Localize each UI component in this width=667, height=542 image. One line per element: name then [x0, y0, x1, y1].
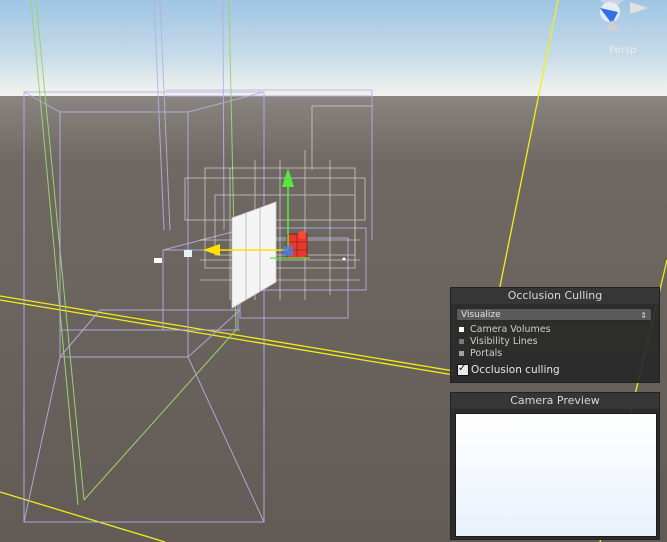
occlusion-culling-checkbox[interactable]: ✓	[457, 363, 469, 376]
camera-preview-panel: Camera Preview	[450, 392, 660, 540]
occlusion-culling-toggle[interactable]: ✓ Occlusion culling	[457, 363, 560, 377]
legend-portals: Portals	[459, 348, 502, 360]
visualize-mode-select[interactable]: Visualize ⇕	[456, 308, 652, 321]
perspective-label[interactable]: Persp	[609, 45, 637, 56]
dropdown-arrows-icon: ⇕	[640, 311, 647, 320]
legend-camera-volumes: Camera Volumes	[459, 324, 551, 336]
occlusion-culling-panel: Occlusion Culling Visualize ⇕ Camera Vol…	[450, 287, 660, 383]
camera-volumes-swatch-icon	[459, 327, 464, 332]
legend-label: Camera Volumes	[470, 324, 551, 335]
visibility-lines-swatch-icon	[459, 339, 464, 344]
occlusion-culling-label: Occlusion culling	[471, 364, 560, 376]
legend-label: Portals	[470, 348, 503, 359]
camera-preview-title: Camera Preview	[451, 393, 659, 409]
sky	[0, 0, 667, 100]
legend-visibility-lines: Visibility Lines	[459, 336, 538, 348]
portals-swatch-icon	[459, 351, 464, 356]
checkmark-icon: ✓	[458, 363, 467, 374]
camera-preview-image	[455, 413, 657, 537]
legend-label: Visibility Lines	[470, 336, 538, 347]
occlusion-panel-title: Occlusion Culling	[451, 288, 659, 304]
visualize-mode-value: Visualize	[461, 310, 501, 320]
